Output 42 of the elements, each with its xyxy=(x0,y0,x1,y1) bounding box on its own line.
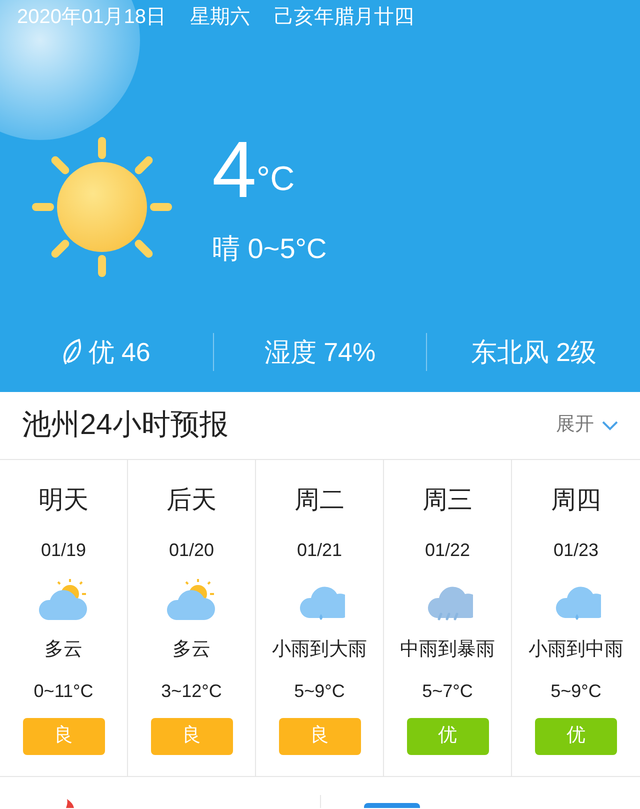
air-quality-badge: 良 xyxy=(22,718,104,755)
temperature-range: 3~12°C xyxy=(161,680,222,703)
condition-label: 多云 xyxy=(172,638,210,662)
date-label: 01/20 xyxy=(168,538,214,562)
day-label: 明天 xyxy=(38,485,88,516)
temperature-range: 5~9°C xyxy=(550,680,602,703)
temperature-text: 4 xyxy=(212,130,256,210)
air-quality-badge: 优 xyxy=(535,718,617,755)
day-label: 周四 xyxy=(551,485,601,516)
chevron-down-icon xyxy=(602,420,618,430)
air-quality-badge: 良 xyxy=(150,718,232,755)
temperature-range: 5~7°C xyxy=(422,680,473,703)
stat-text: 湿度 74% xyxy=(264,336,376,368)
section-title: 池州24小时预报 xyxy=(22,408,228,443)
condition-text: 晴 0~5°C xyxy=(212,232,327,266)
cloud-sun-icon xyxy=(38,578,90,622)
cloud-sun-icon xyxy=(166,578,218,622)
condition-label: 小雨到中雨 xyxy=(528,638,624,662)
air-quality-badge: 优 xyxy=(406,718,488,755)
stat-text: 优 46 xyxy=(88,336,150,368)
condition-label: 多云 xyxy=(44,638,82,662)
weekday-text: 星期六 xyxy=(190,5,250,30)
temperature-range: 0~11°C xyxy=(34,680,94,703)
date-label: 01/19 xyxy=(40,538,86,562)
date-label: 01/23 xyxy=(553,538,599,562)
unit-text: °C xyxy=(256,162,295,196)
leaf-icon xyxy=(62,338,82,366)
lunar-date-text: 己亥年腊月廿四 xyxy=(274,5,414,30)
stat-text: 东北风 2级 xyxy=(470,336,597,368)
condition-label: 中雨到暴雨 xyxy=(400,638,495,662)
condition-label: 小雨到大雨 xyxy=(272,638,367,662)
temperature-range: 5~9°C xyxy=(294,680,345,703)
air-quality-badge: 良 xyxy=(278,718,360,755)
flame-icon xyxy=(64,799,76,808)
date-label: 01/22 xyxy=(424,538,470,562)
day-label: 周三 xyxy=(422,485,472,516)
sun-icon xyxy=(30,135,174,279)
day-label: 周二 xyxy=(294,485,344,516)
date-text: 2020年01月18日 xyxy=(17,5,166,30)
date-label: 01/21 xyxy=(296,538,342,562)
day-label: 后天 xyxy=(166,485,216,516)
expand-button[interactable]: 展开 xyxy=(556,411,618,440)
